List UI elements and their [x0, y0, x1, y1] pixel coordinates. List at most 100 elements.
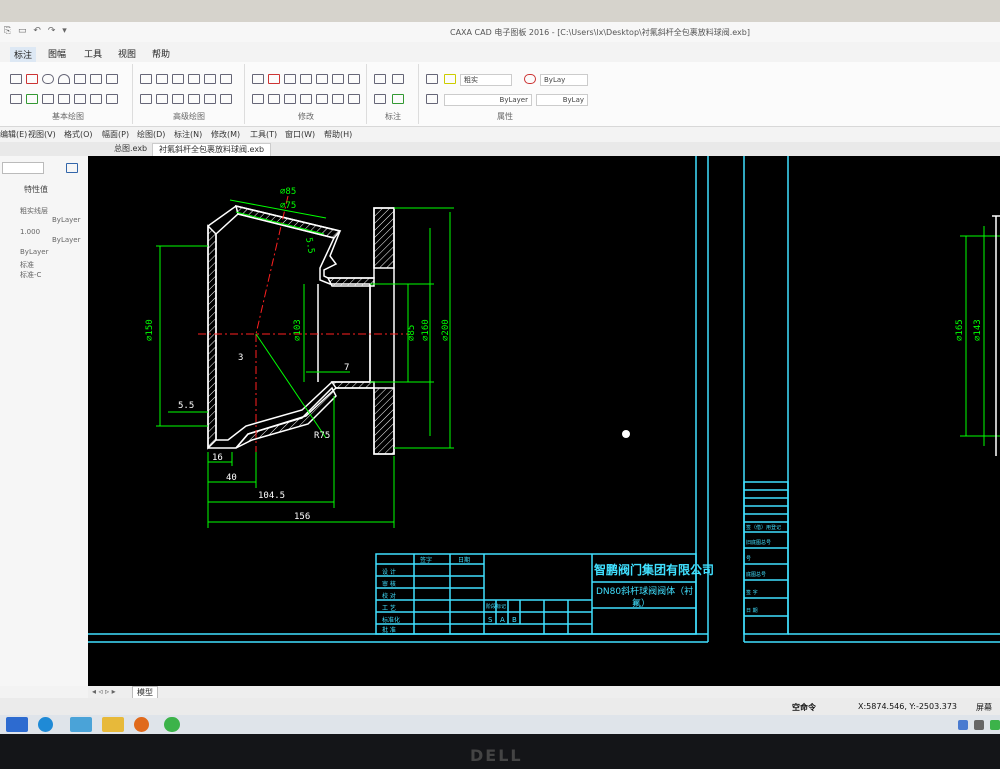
center-line-icon[interactable]	[106, 74, 118, 84]
menu-sheet[interactable]: 幅面(P)	[102, 129, 129, 140]
dim-d200: ⌀200	[441, 319, 451, 341]
tray-icon[interactable]	[958, 720, 968, 730]
ribbon-tab-help[interactable]: 帮助	[152, 47, 170, 60]
company-name: 智鹏阀门集团有限公司	[593, 562, 714, 577]
prop-row[interactable]: ByLayer	[20, 248, 48, 256]
block-icon[interactable]	[74, 94, 86, 104]
gear-icon[interactable]	[140, 94, 152, 104]
ribbon-group-properties: 粗实 ByLay ByLayer ByLay 属性	[420, 64, 590, 124]
double-line-icon[interactable]	[220, 74, 232, 84]
copy-icon[interactable]	[348, 94, 360, 104]
linetype-select[interactable]: ByLayer	[444, 94, 532, 106]
polyline-icon[interactable]	[74, 74, 86, 84]
offset-icon[interactable]	[348, 74, 360, 84]
menu-bar: 编辑(E) 视图(V) 格式(O) 幅面(P) 绘图(D) 标注(N) 修改(M…	[0, 127, 1000, 142]
hole-axis-icon[interactable]	[188, 74, 200, 84]
ribbon-tab-tools[interactable]: 工具	[84, 47, 102, 60]
row-check: 校 对	[382, 592, 396, 600]
scale-icon[interactable]	[332, 74, 344, 84]
col-sign: 签字	[420, 556, 432, 564]
color-wheel-icon[interactable]	[524, 74, 536, 84]
doc-tab-active[interactable]: 衬氟斜杆全包裹放料球阀.exb	[152, 143, 272, 156]
ribbon-group-advanced-draw: 高级绘图	[134, 64, 245, 124]
tab-nav-arrows[interactable]: ◂ ◃ ▹ ▸	[92, 687, 116, 696]
image-icon[interactable]	[106, 94, 118, 104]
fillet-icon[interactable]	[284, 94, 296, 104]
wave-line-icon[interactable]	[204, 74, 216, 84]
move-icon[interactable]	[268, 74, 280, 84]
menu-modify[interactable]: 修改(M)	[211, 129, 240, 140]
break-icon[interactable]	[300, 94, 312, 104]
ribbon-tab-sheet[interactable]: 图幅	[48, 47, 66, 60]
delete-icon[interactable]	[252, 74, 264, 84]
tray-icon[interactable]	[990, 720, 1000, 730]
slot-icon[interactable]	[220, 94, 232, 104]
menu-view[interactable]: 视图(V)	[28, 129, 56, 140]
pencil-icon[interactable]	[26, 74, 38, 84]
ribbon-tab-annotate[interactable]: 标注	[10, 47, 37, 62]
prop-row[interactable]: 1.000	[20, 228, 40, 236]
doc-tab-main[interactable]: 总图.exb	[108, 143, 153, 155]
dimension-icon[interactable]	[374, 74, 386, 84]
rectangle-icon[interactable]	[90, 74, 102, 84]
menu-dimension[interactable]: 标注(N)	[174, 129, 202, 140]
menu-draw[interactable]: 绘图(D)	[137, 129, 165, 140]
menu-edit[interactable]: 编辑(E)	[0, 129, 27, 140]
start-icon[interactable]	[6, 717, 28, 732]
bulb-icon[interactable]	[444, 74, 456, 84]
lineweight-icon[interactable]	[426, 94, 438, 104]
search-app-icon[interactable]	[134, 717, 149, 732]
drawing-canvas[interactable]: ⌀85 ⌀75 ⌀150 ⌀103 ⌀85 ⌀160 ⌀200 ⌀165 ⌀14…	[88, 156, 1000, 686]
rotate-icon[interactable]	[284, 74, 296, 84]
spring-icon[interactable]	[172, 94, 184, 104]
spline-icon[interactable]	[26, 94, 38, 104]
tray-icon[interactable]	[974, 720, 984, 730]
cloud-icon[interactable]	[188, 94, 200, 104]
panel-select[interactable]	[2, 162, 44, 174]
menu-window[interactable]: 窗口(W)	[285, 129, 315, 140]
ellipse-icon[interactable]	[172, 74, 184, 84]
chamfer-icon[interactable]	[204, 94, 216, 104]
prop-row[interactable]: 标准-C	[20, 270, 41, 280]
arc-icon[interactable]	[58, 74, 70, 84]
layer-select[interactable]: 粗实	[460, 74, 512, 86]
text-icon[interactable]	[10, 94, 22, 104]
circle-icon[interactable]	[42, 74, 54, 84]
prop-row[interactable]: 粗实线层	[20, 206, 48, 216]
prop-row[interactable]: ByLayer	[52, 216, 80, 224]
menu-help[interactable]: 帮助(H)	[324, 129, 352, 140]
wechat-icon[interactable]	[164, 717, 180, 732]
stretch-icon[interactable]	[332, 94, 344, 104]
side-row-6: 日 期	[746, 608, 758, 614]
table-icon[interactable]	[90, 94, 102, 104]
ribbon-tab-view[interactable]: 视图	[118, 47, 136, 60]
lineweight-select[interactable]: ByLay	[536, 94, 588, 106]
mirror-icon[interactable]	[300, 74, 312, 84]
point-icon[interactable]	[58, 94, 70, 104]
array-icon[interactable]	[316, 74, 328, 84]
prop-row[interactable]: ByLayer	[52, 236, 80, 244]
hatch-icon[interactable]	[42, 94, 54, 104]
curve-icon[interactable]	[140, 74, 152, 84]
coordinate-dim-icon[interactable]	[374, 94, 386, 104]
trim-icon[interactable]	[252, 94, 264, 104]
caxa-app-icon[interactable]	[70, 717, 92, 732]
text-style-icon[interactable]	[392, 74, 404, 84]
edge-browser-icon[interactable]	[38, 717, 53, 732]
screen-mode[interactable]: 屏幕	[976, 702, 992, 713]
menu-format[interactable]: 格式(O)	[64, 129, 93, 140]
color-select[interactable]: ByLay	[540, 74, 588, 86]
menu-tools[interactable]: 工具(T)	[250, 129, 277, 140]
panel-settings-icon[interactable]	[66, 163, 78, 173]
explode-icon[interactable]	[316, 94, 328, 104]
prop-row[interactable]: 标准	[20, 260, 34, 270]
break-line-icon[interactable]	[156, 94, 168, 104]
screen: ⎘ ▭ ↶ ↷ ▾ CAXA CAD 电子图板 2016 - [C:\Users…	[0, 22, 1000, 734]
file-explorer-icon[interactable]	[102, 717, 124, 732]
leader-icon[interactable]	[392, 94, 404, 104]
line-icon[interactable]	[10, 74, 22, 84]
layer-icon[interactable]	[426, 74, 438, 84]
polygon-icon[interactable]	[156, 74, 168, 84]
extend-icon[interactable]	[268, 94, 280, 104]
quick-access-toolbar[interactable]: ⎘ ▭ ↶ ↷ ▾	[4, 26, 69, 36]
